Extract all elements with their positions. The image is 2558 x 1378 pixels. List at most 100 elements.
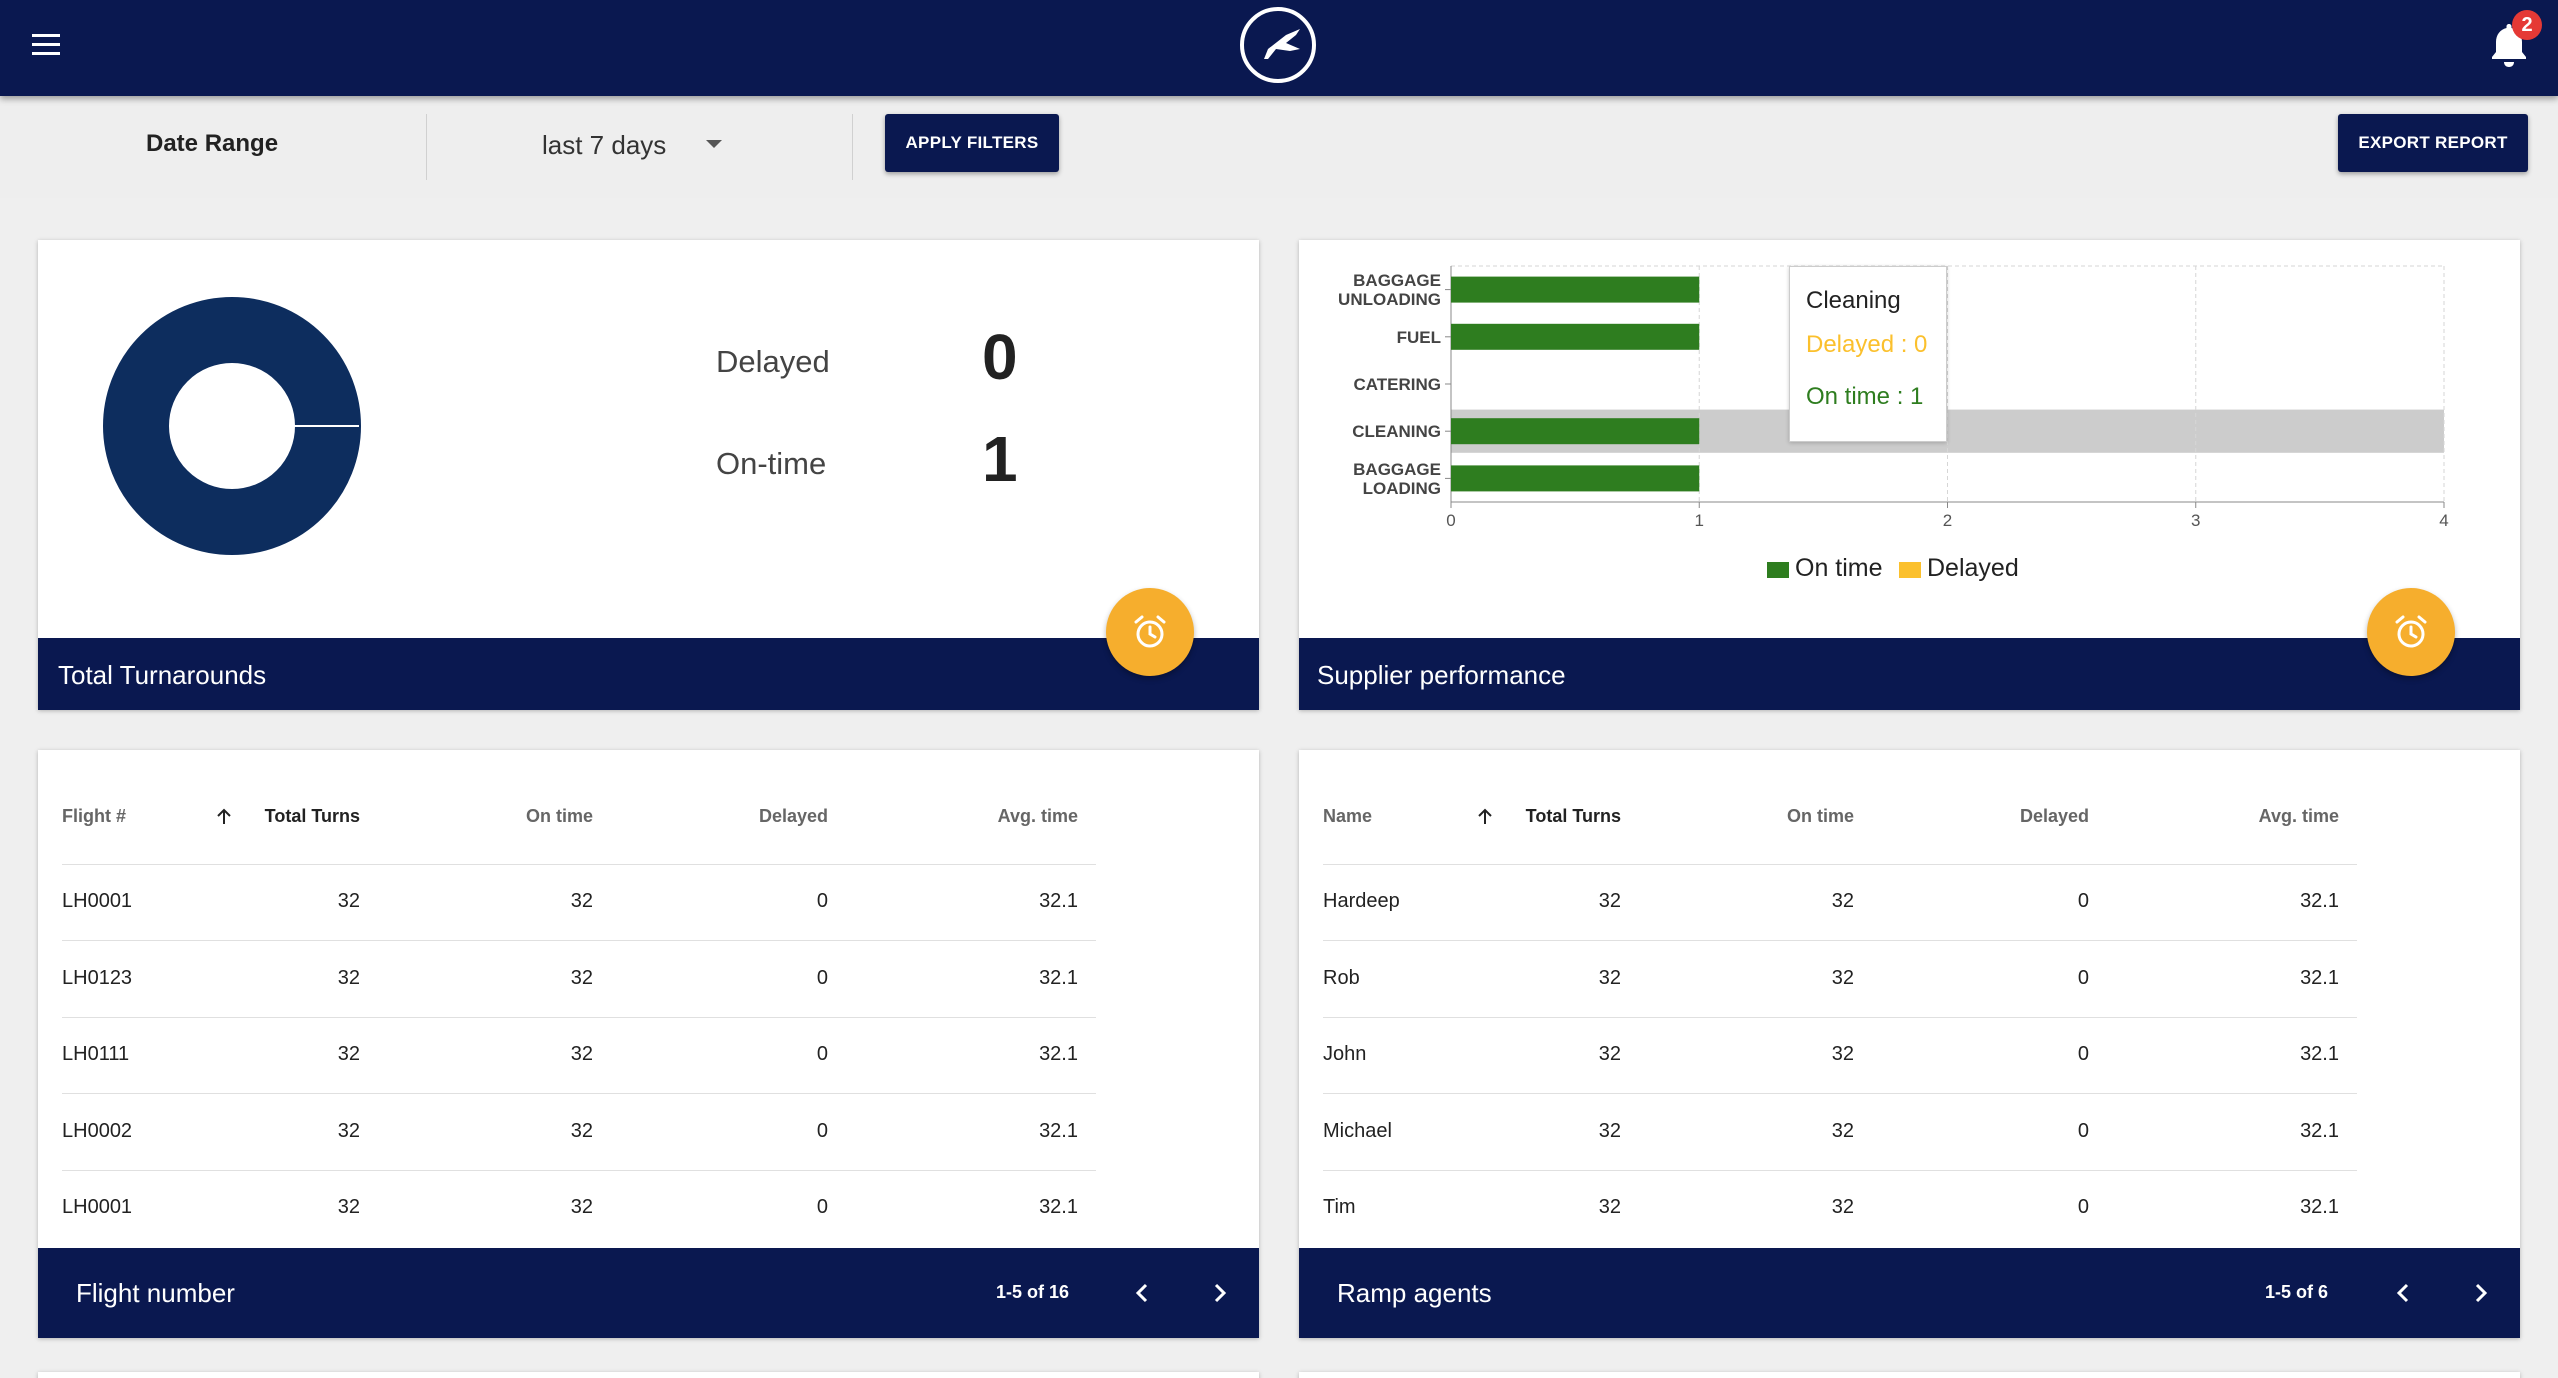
column-header[interactable]: Avg. time xyxy=(998,806,1078,827)
table-cell: 32.1 xyxy=(1039,966,1078,989)
row-divider xyxy=(1323,864,2357,865)
row-divider xyxy=(62,1169,1096,1171)
ontime-value: 1 xyxy=(982,423,1018,495)
row-label: Tim xyxy=(1323,1196,1356,1218)
row-label: Hardeep xyxy=(1323,890,1400,912)
table-cell: 32 xyxy=(1831,890,1854,912)
table-cell: 0 xyxy=(2077,1119,2089,1142)
legend-label-delayed: Delayed xyxy=(1927,554,2019,582)
y-category-label: LOADING xyxy=(1363,479,1441,498)
y-category-label: CLEANING xyxy=(1352,422,1441,441)
row-divider xyxy=(62,1016,1096,1018)
card-title: Supplier performance xyxy=(1317,660,1566,690)
alarm-clock-icon xyxy=(1134,615,1166,648)
card-partial xyxy=(38,1372,1259,1378)
card-footer: Supplier performance xyxy=(1299,638,2520,710)
export-report-button[interactable]: EXPORT REPORT xyxy=(2338,114,2528,172)
legend-swatch-ontime xyxy=(1767,562,1789,578)
column-header[interactable]: Avg. time xyxy=(2259,806,2339,827)
table-cell: 32.1 xyxy=(1039,1043,1078,1065)
table-cell: 32 xyxy=(570,1119,593,1142)
column-header[interactable]: Total Turns xyxy=(1526,806,1621,827)
table-cell: 0 xyxy=(816,966,828,989)
chevron-down-icon[interactable] xyxy=(706,140,722,148)
bar-ontime xyxy=(1451,465,1700,492)
pagination-range: 1-5 of 6 xyxy=(2265,1282,2329,1302)
table-cell: 32 xyxy=(1831,1196,1854,1218)
y-category-label: BAGGAGE xyxy=(1353,460,1441,479)
row-label: Michael xyxy=(1323,1119,1392,1142)
column-header[interactable]: On time xyxy=(1787,806,1854,827)
table-cell: 32.1 xyxy=(1039,1196,1078,1218)
sort-arrow-up-icon[interactable] xyxy=(1475,807,1495,827)
row-divider xyxy=(62,864,1096,865)
row-label: LH0111 xyxy=(62,1043,130,1065)
row-label: LH0001 xyxy=(62,1196,133,1218)
ramp-agents-card: Name Total Turns On time Delayed Avg. time Ha… xyxy=(1299,750,2520,1338)
alarm-fab-button[interactable] xyxy=(1106,588,1194,676)
table-cell: 32.1 xyxy=(1039,890,1078,912)
date-range-select[interactable]: last 7 days xyxy=(542,130,666,161)
column-header[interactable]: Delayed xyxy=(2020,806,2089,827)
tooltip-title: Cleaning xyxy=(1806,287,1901,314)
row-label: Rob xyxy=(1323,966,1360,989)
bar-ontime xyxy=(1451,323,1700,350)
table-cell: 32.1 xyxy=(2300,1196,2339,1218)
card-partial xyxy=(1299,1372,2520,1378)
sort-arrow-up-icon[interactable] xyxy=(214,807,234,827)
crane-logo-icon[interactable] xyxy=(1238,5,1318,85)
table-cell: 32 xyxy=(337,1196,360,1218)
table-cell: 0 xyxy=(816,890,828,912)
delayed-value: 0 xyxy=(982,321,1018,393)
chevron-right-icon[interactable] xyxy=(2465,1278,2495,1308)
date-range-label: Date Range xyxy=(146,130,279,157)
column-header[interactable]: Name xyxy=(1323,806,1372,827)
table-cell: 0 xyxy=(2077,1043,2089,1065)
row-divider xyxy=(1323,1016,2357,1018)
card-title: Flight number xyxy=(76,1278,235,1308)
table-cell: 32 xyxy=(570,1196,593,1218)
supplier-performance-card: 0 1 2 3 4 BAGGAGE UNLOADING FUEL CATERING CLEANIN… xyxy=(1299,240,2520,710)
table-cell: 0 xyxy=(816,1043,828,1065)
table-cell: 32 xyxy=(1831,1119,1854,1142)
hamburger-menu-icon[interactable] xyxy=(30,30,66,66)
column-header[interactable]: On time xyxy=(526,806,593,827)
x-tick-label: 4 xyxy=(2439,511,2448,530)
table-cell: 32.1 xyxy=(1039,1119,1078,1142)
bar-ontime xyxy=(1451,276,1700,303)
row-divider xyxy=(1323,1169,2357,1171)
bar-ontime xyxy=(1451,418,1700,445)
table-cell: 32.1 xyxy=(2300,890,2339,912)
chevron-right-icon[interactable] xyxy=(1204,1278,1234,1308)
row-divider xyxy=(1323,1093,2357,1094)
delayed-label: Delayed xyxy=(716,344,830,379)
y-category-label: BAGGAGE xyxy=(1353,271,1441,290)
table-cell: 32.1 xyxy=(2300,1043,2339,1065)
chevron-left-icon[interactable] xyxy=(1128,1278,1158,1308)
table-cell: 0 xyxy=(2077,890,2089,912)
column-header[interactable]: Flight # xyxy=(62,806,126,827)
y-category-label: UNLOADING xyxy=(1338,290,1441,309)
table-cell: 32 xyxy=(1598,1043,1621,1065)
table-cell: 0 xyxy=(816,1196,828,1218)
row-label: John xyxy=(1323,1043,1367,1065)
column-header[interactable]: Delayed xyxy=(759,806,828,827)
table-cell: 32 xyxy=(1831,966,1854,989)
chevron-left-icon[interactable] xyxy=(2389,1278,2419,1308)
apply-filters-button[interactable]: APPLY FILTERS xyxy=(885,114,1059,172)
alarm-fab-button[interactable] xyxy=(2367,588,2455,676)
row-label: LH0002 xyxy=(62,1119,133,1142)
table-cell: 32 xyxy=(337,966,360,989)
table-cell: 32 xyxy=(1831,1043,1854,1065)
flight-number-card: Flight # Total Turns On time Delayed Avg. ti… xyxy=(38,750,1259,1338)
app-bar: 2 xyxy=(0,0,2558,96)
alarm-clock-icon xyxy=(2395,615,2427,648)
table-cell: 32 xyxy=(570,890,593,912)
table-cell: 0 xyxy=(2077,1196,2089,1218)
column-header[interactable]: Total Turns xyxy=(265,806,360,827)
divider xyxy=(426,114,427,180)
table-cell: 0 xyxy=(2077,966,2089,989)
table-cell: 32 xyxy=(1598,1119,1621,1142)
card-footer: Ramp agents 1-5 of 6 xyxy=(1299,1248,2520,1338)
pagination-range: 1-5 of 16 xyxy=(996,1282,1070,1302)
